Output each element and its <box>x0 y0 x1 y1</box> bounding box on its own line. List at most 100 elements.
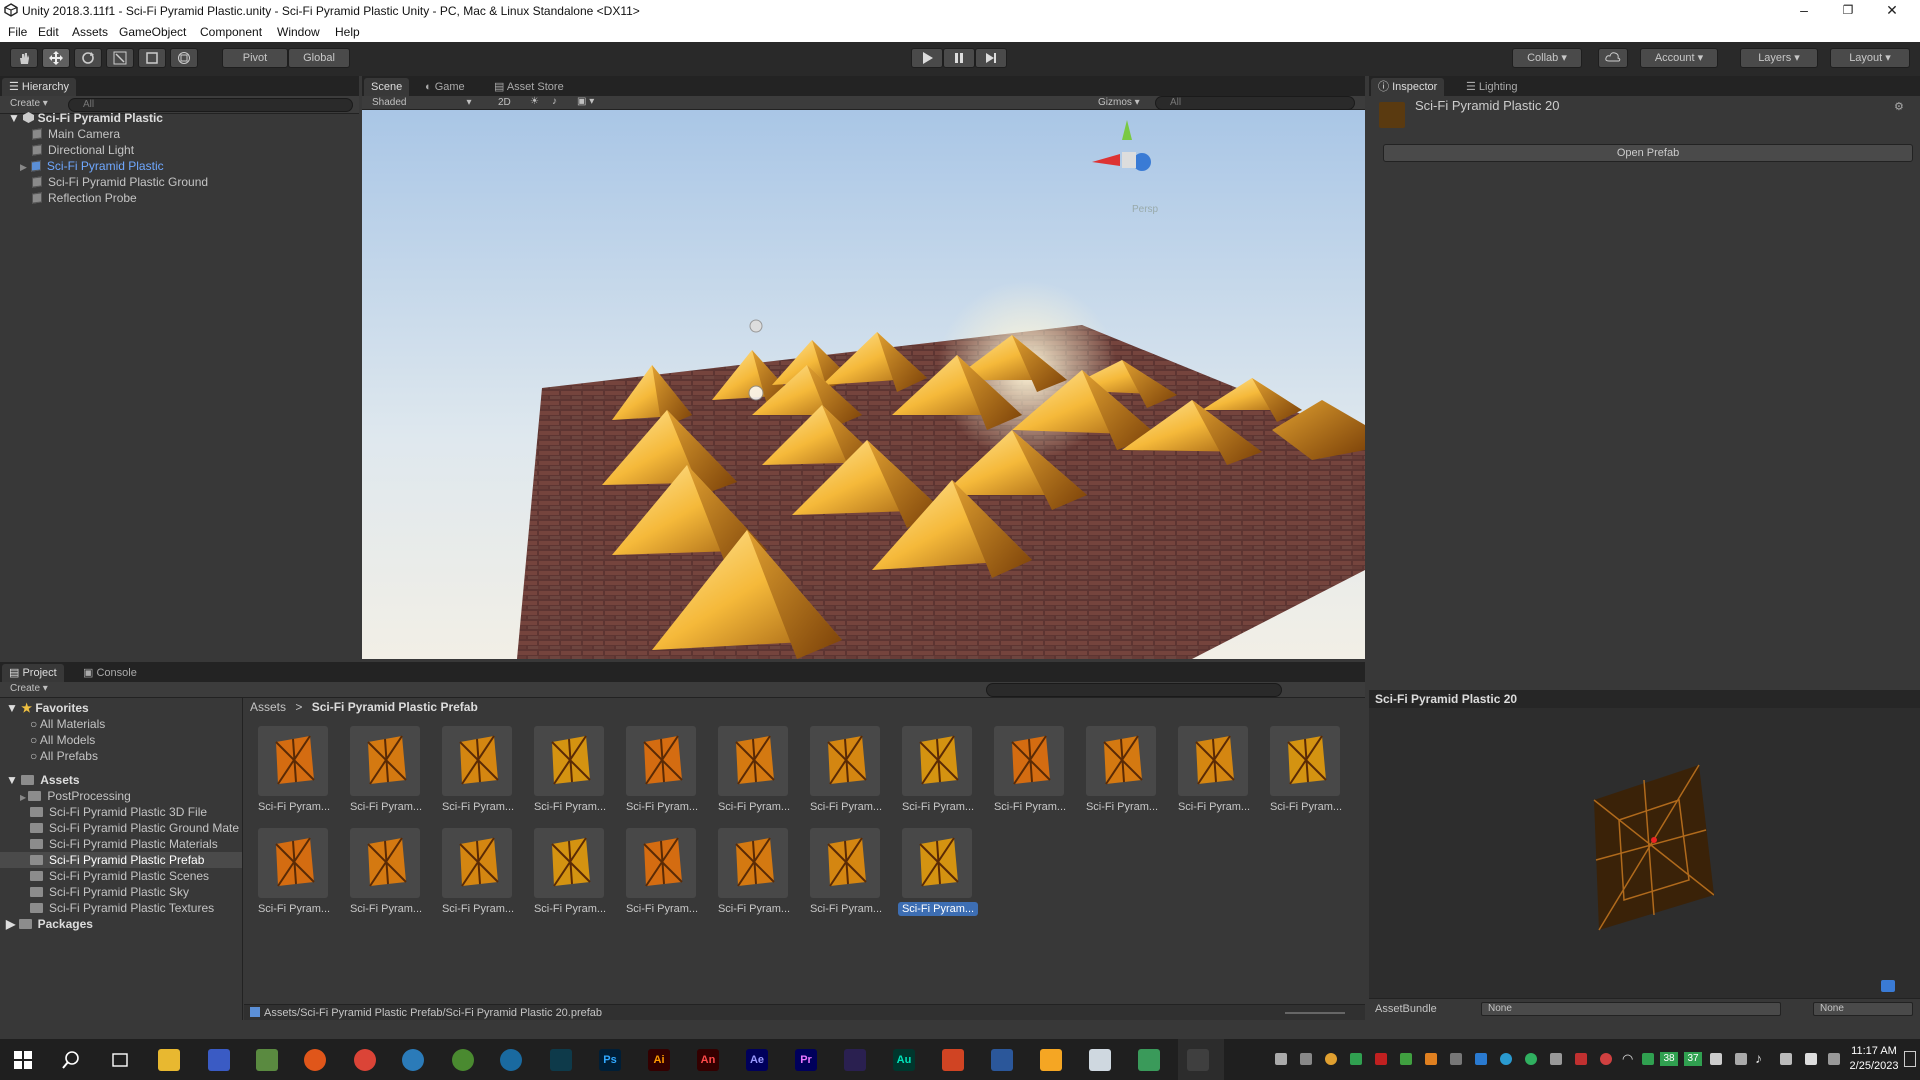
tab-hierarchy[interactable]: ☰ Hierarchy <box>2 78 76 96</box>
browser-icon[interactable] <box>500 1049 522 1071</box>
menu-help[interactable]: Help <box>335 25 360 39</box>
app-icon[interactable] <box>1138 1049 1160 1071</box>
tray-icon[interactable] <box>1300 1053 1312 1065</box>
clock[interactable]: 11:17 AM 2/25/2023 <box>1848 1044 1900 1074</box>
sublime-icon[interactable] <box>1040 1049 1062 1071</box>
prefab-asset[interactable]: Sci-Fi Pyram... <box>342 828 422 918</box>
folder-item[interactable]: Sci-Fi Pyramid Plastic Ground Mate <box>30 820 242 836</box>
scene-search-input[interactable]: All <box>1155 96 1355 110</box>
expand-arrow-icon[interactable]: ▶ <box>20 793 28 802</box>
hierarchy-scene-root[interactable]: ▼ Sci-Fi Pyramid Plastic <box>8 110 163 126</box>
hierarchy-item-selected[interactable]: ▶ Sci-Fi Pyramid Plastic <box>20 158 164 174</box>
favorite-item[interactable]: ○ All Prefabs <box>30 748 98 764</box>
packages-header[interactable]: ▶ Packages <box>6 916 93 932</box>
assets-header[interactable]: ▼ Assets <box>6 772 80 788</box>
prefab-asset[interactable]: Sci-Fi Pyram... <box>802 828 882 918</box>
favorites-header[interactable]: ▼ ★ Favorites <box>6 700 89 716</box>
toggle-2d-button[interactable]: 2D <box>498 97 511 108</box>
tray-number-badge[interactable]: 37 <box>1684 1052 1702 1066</box>
menu-window[interactable]: Window <box>277 25 320 39</box>
prefab-asset[interactable]: Sci-Fi Pyram... <box>894 828 979 918</box>
tab-project[interactable]: ▤ Project <box>2 664 64 682</box>
prefab-asset[interactable]: Sci-Fi Pyram... <box>342 726 422 816</box>
menu-assets[interactable]: Assets <box>72 25 108 39</box>
open-prefab-button[interactable]: Open Prefab <box>1383 144 1913 162</box>
project-search-input[interactable] <box>986 683 1282 697</box>
shading-dropdown[interactable]: Shaded ▾ <box>372 97 472 108</box>
scale-tool-button[interactable] <box>106 48 134 68</box>
tray-icon[interactable] <box>1710 1053 1722 1065</box>
prefab-asset[interactable]: Sci-Fi Pyram... <box>986 726 1066 816</box>
maximize-button[interactable]: ❐ <box>1826 0 1870 22</box>
project-create-button[interactable]: Create ▾ <box>10 683 48 694</box>
prefab-asset[interactable]: Sci-Fi Pyram... <box>526 726 606 816</box>
rect-tool-button[interactable] <box>138 48 166 68</box>
file-explorer-icon[interactable] <box>158 1049 180 1071</box>
wifi-icon[interactable]: ◠ <box>1622 1051 1633 1067</box>
prefab-asset[interactable]: Sci-Fi Pyram... <box>710 726 790 816</box>
prefab-asset[interactable]: Sci-Fi Pyram... <box>894 726 974 816</box>
app-icon[interactable] <box>256 1049 278 1071</box>
thumbnail-size-slider[interactable] <box>1285 1012 1345 1014</box>
calendar-app-icon[interactable] <box>208 1049 230 1071</box>
illustrator-icon[interactable]: Ai <box>648 1049 670 1071</box>
prefab-asset[interactable]: Sci-Fi Pyram... <box>618 828 698 918</box>
folder-item-selected[interactable]: Sci-Fi Pyramid Plastic Prefab <box>0 852 242 868</box>
menu-component[interactable]: Component <box>200 25 262 39</box>
play-button[interactable] <box>911 48 943 68</box>
menu-file[interactable]: File <box>8 25 27 39</box>
prefab-asset[interactable]: Sci-Fi Pyram... <box>710 828 790 918</box>
tray-icon[interactable] <box>1475 1053 1487 1065</box>
favorite-item[interactable]: ○ All Materials <box>30 716 105 732</box>
tab-game[interactable]: ◐ Game <box>418 78 472 96</box>
tray-icon[interactable] <box>1425 1053 1437 1065</box>
globe-app-icon[interactable] <box>452 1049 474 1071</box>
app-icon[interactable] <box>550 1049 572 1071</box>
rotate-tool-button[interactable] <box>74 48 102 68</box>
hierarchy-item[interactable]: Directional Light <box>32 142 134 158</box>
assetbundle-dropdown[interactable]: None <box>1481 1002 1781 1016</box>
tray-icon[interactable] <box>1400 1053 1412 1065</box>
pivot-toggle[interactable]: Pivot <box>222 48 288 68</box>
tray-icon[interactable] <box>1735 1053 1747 1065</box>
prefab-asset[interactable]: Sci-Fi Pyram... <box>434 828 514 918</box>
tag-icon[interactable] <box>1881 980 1895 992</box>
move-tool-button[interactable] <box>42 48 70 68</box>
battery-icon[interactable] <box>1805 1053 1817 1065</box>
keyboard-icon[interactable] <box>1828 1053 1840 1065</box>
close-button[interactable]: ✕ <box>1870 0 1914 22</box>
gizmos-dropdown[interactable]: Gizmos ▾ <box>1098 97 1140 108</box>
layers-dropdown[interactable]: Layers ▾ <box>1740 48 1818 68</box>
app-icon[interactable] <box>1089 1049 1111 1071</box>
prefab-asset[interactable]: Sci-Fi Pyram... <box>1262 726 1342 816</box>
tray-icon[interactable] <box>1600 1053 1612 1065</box>
word-icon[interactable] <box>991 1049 1013 1071</box>
hierarchy-item[interactable]: Sci-Fi Pyramid Plastic Ground <box>32 174 208 190</box>
tab-asset-store[interactable]: ▤ Asset Store <box>487 78 571 96</box>
tray-icon[interactable] <box>1550 1053 1562 1065</box>
photoshop-icon[interactable]: Ps <box>599 1049 621 1071</box>
transform-tool-button[interactable] <box>170 48 198 68</box>
notifications-icon[interactable] <box>1904 1051 1916 1067</box>
tab-lighting[interactable]: ☰ Lighting <box>1459 78 1524 96</box>
audition-icon[interactable]: Au <box>893 1049 915 1071</box>
tray-icon[interactable] <box>1375 1053 1387 1065</box>
search-app-icon[interactable] <box>402 1049 424 1071</box>
scene-viewport[interactable]: Persp <box>362 110 1365 659</box>
pause-button[interactable] <box>943 48 975 68</box>
tray-icon[interactable] <box>1350 1053 1362 1065</box>
menu-gameobject[interactable]: GameObject <box>119 25 186 39</box>
folder-item[interactable]: Sci-Fi Pyramid Plastic Sky <box>30 884 189 900</box>
hierarchy-item[interactable]: Reflection Probe <box>32 190 137 206</box>
network-icon[interactable] <box>1780 1053 1792 1065</box>
layout-dropdown[interactable]: Layout ▾ <box>1830 48 1910 68</box>
task-view-icon[interactable] <box>110 1051 130 1069</box>
assetbundle-variant-dropdown[interactable]: None <box>1813 1002 1913 1016</box>
hierarchy-create-button[interactable]: Create ▾ <box>10 98 48 109</box>
prefab-asset[interactable]: Sci-Fi Pyram... <box>1170 726 1250 816</box>
prefab-asset[interactable]: Sci-Fi Pyram... <box>618 726 698 816</box>
folder-item[interactable]: ▶ PostProcessing <box>20 788 131 804</box>
tray-icon[interactable] <box>1325 1053 1337 1065</box>
tray-number-badge[interactable]: 38 <box>1660 1052 1678 1066</box>
tab-scene[interactable]: Scene <box>364 78 410 96</box>
